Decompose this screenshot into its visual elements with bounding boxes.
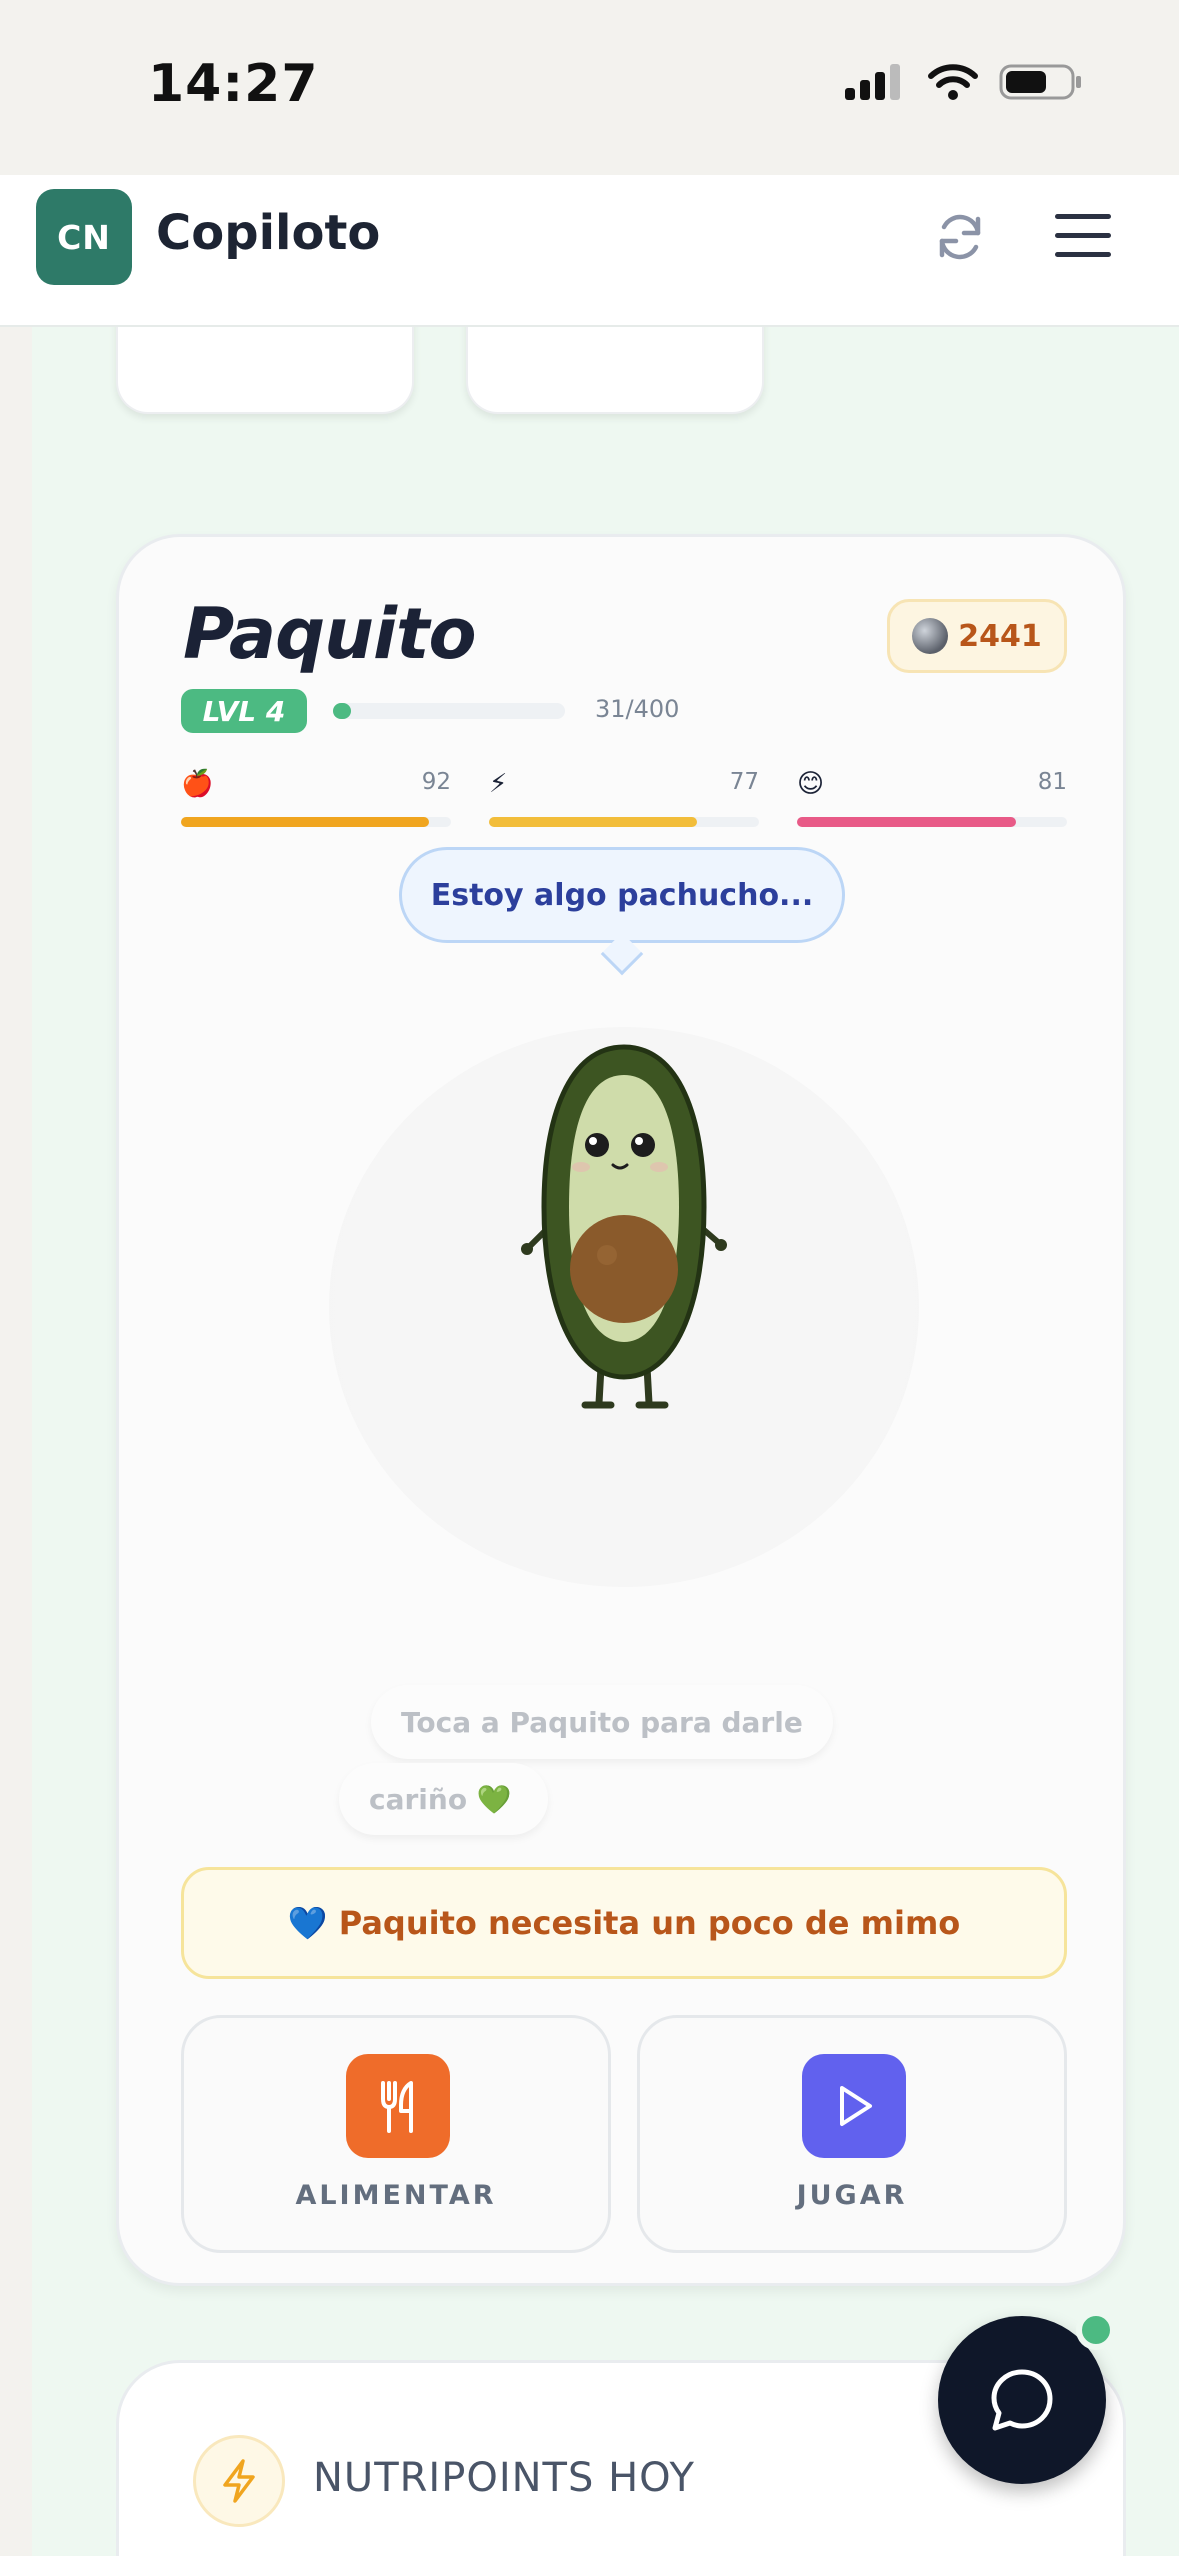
happiness-bar-fill <box>797 817 1016 827</box>
nutripoints-title: NUTRIPOINTS HOY <box>313 2455 695 2501</box>
tap-hint-line2: cariño 💚 <box>339 1763 548 1835</box>
avocado-pet[interactable] <box>489 1037 759 1417</box>
app-title: Copiloto <box>156 205 381 261</box>
apple-icon: 🍎 <box>181 769 214 799</box>
hunger-bar <box>181 817 451 827</box>
play-icon <box>840 2086 872 2126</box>
happiness-value: 81 <box>1037 769 1067 795</box>
xp-text: 31/400 <box>595 695 680 723</box>
speech-bubble: Estoy algo pachucho... <box>399 847 845 943</box>
play-button[interactable]: JUGAR <box>637 2015 1067 2253</box>
battery-icon <box>999 64 1081 100</box>
status-time: 14:27 <box>148 54 319 114</box>
energy-bar-fill <box>489 817 697 827</box>
xp-progress-bar <box>333 703 565 719</box>
refresh-button[interactable] <box>928 205 992 269</box>
refresh-icon <box>939 214 981 260</box>
hunger-value: 92 <box>421 769 451 795</box>
menu-button[interactable] <box>1050 203 1116 269</box>
feed-button[interactable]: ALIMENTAR <box>181 2015 611 2253</box>
lightning-icon <box>223 2459 255 2503</box>
xp-progress-fill <box>333 703 351 719</box>
play-icon-tile <box>802 2054 906 2158</box>
lightning-icon: ⚡ <box>489 769 508 799</box>
logo-avatar[interactable]: CN <box>36 189 132 285</box>
feed-label: ALIMENTAR <box>295 2180 497 2211</box>
feed-icon-tile <box>346 2054 450 2158</box>
hunger-bar-fill <box>181 817 430 827</box>
smile-icon: 😊 <box>797 769 825 799</box>
pet-card: Paquito 2441 LVL 4 31/400 🍎 92 ⚡ 77 😊 81… <box>116 534 1126 2286</box>
fork-knife-icon <box>381 2081 413 2133</box>
coins-value: 2441 <box>958 618 1042 654</box>
pet-name: Paquito <box>183 593 477 675</box>
chat-bubble-icon <box>991 2369 1053 2431</box>
status-icons <box>843 62 1083 102</box>
coins-badge[interactable]: 2441 <box>887 599 1067 673</box>
cellular-signal-icon <box>845 64 900 100</box>
app-header: CN Copiloto <box>0 175 1179 327</box>
play-label: JUGAR <box>796 2180 908 2211</box>
energy-bar <box>489 817 759 827</box>
mood-alert: 💙 Paquito necesita un poco de mimo <box>181 1867 1067 1979</box>
status-bar: 14:27 <box>0 0 1179 175</box>
hamburger-menu-icon <box>1055 214 1111 257</box>
tap-hint-line1: Toca a Paquito para darle <box>371 1685 833 1759</box>
online-status-dot <box>1076 2310 1116 2350</box>
level-badge: LVL 4 <box>181 689 307 733</box>
nutripoints-icon-circle <box>193 2435 285 2527</box>
energy-value: 77 <box>729 769 759 795</box>
happiness-bar <box>797 817 1067 827</box>
coin-icon <box>912 618 949 654</box>
wifi-icon <box>928 64 978 100</box>
